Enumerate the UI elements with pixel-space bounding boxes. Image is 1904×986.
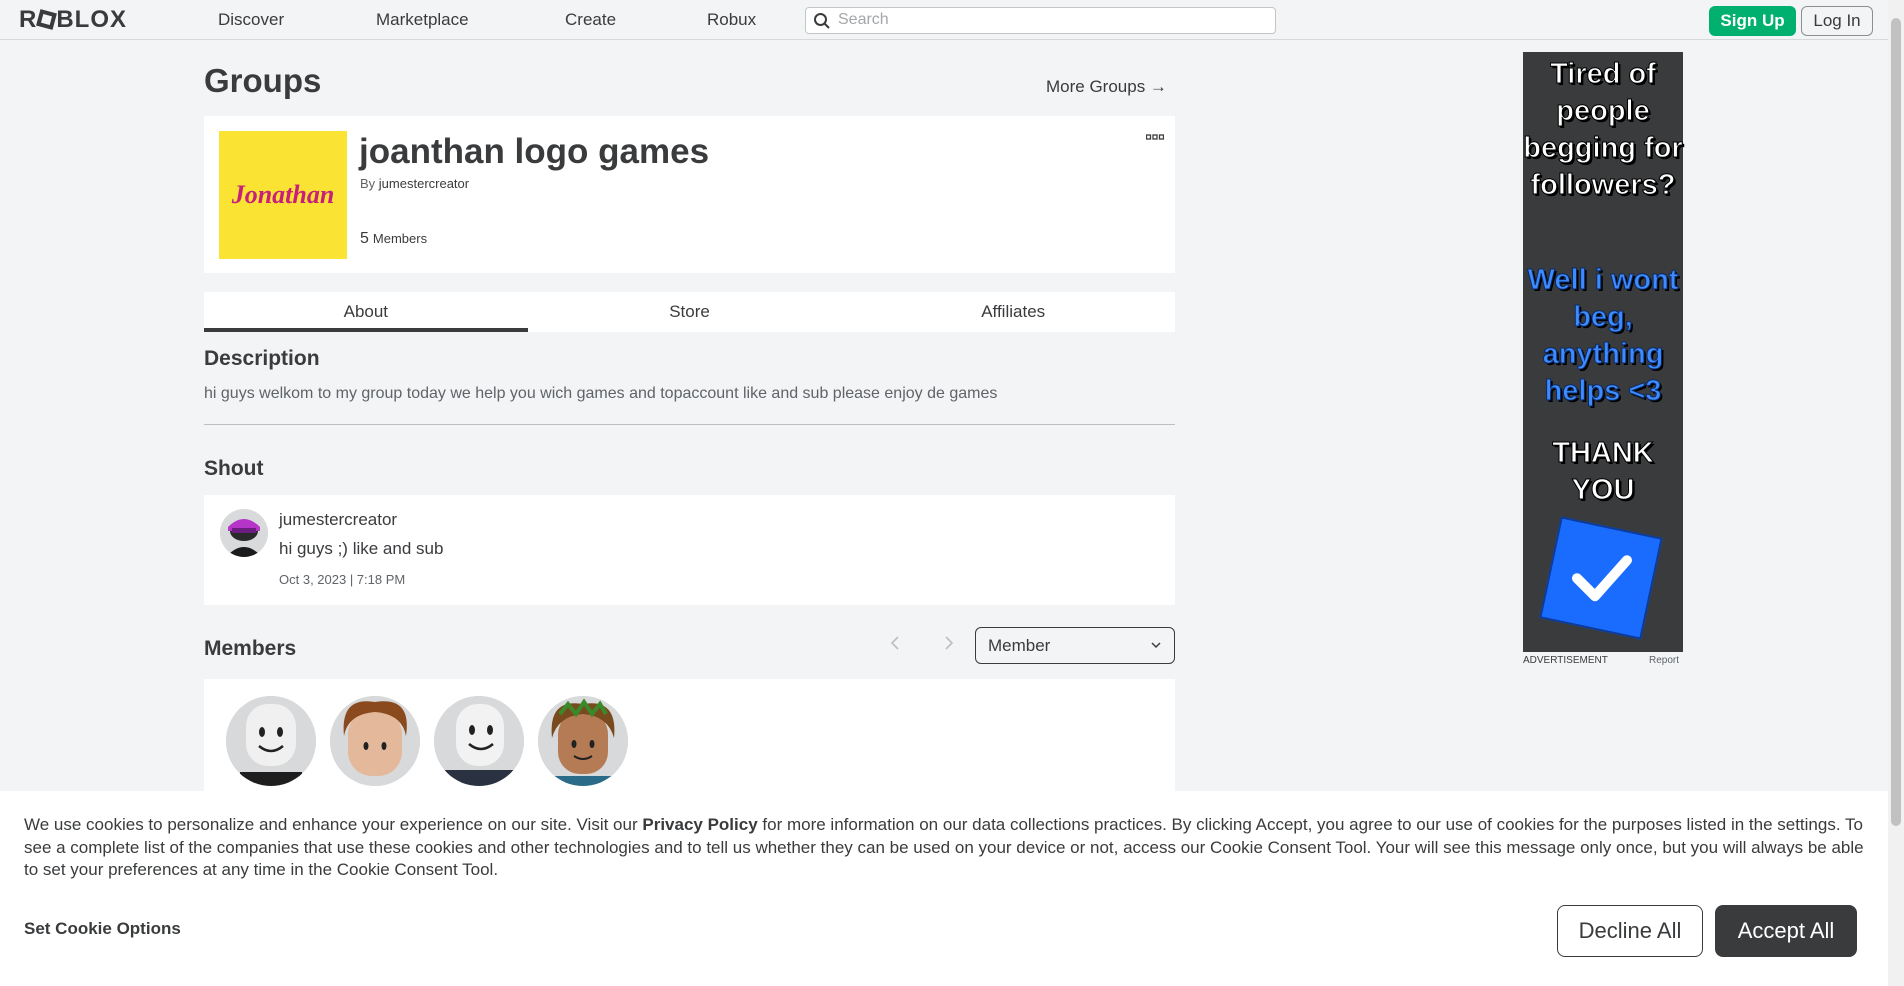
nav-robux[interactable]: Robux [707, 10, 756, 30]
search-icon [814, 13, 830, 29]
cookie-text-before: We use cookies to personalize and enhanc… [24, 815, 643, 834]
group-name: joanthan logo games [359, 132, 710, 171]
shout-timestamp: Oct 3, 2023 | 7:18 PM [279, 572, 406, 587]
set-cookie-options-link[interactable]: Set Cookie Options [24, 919, 181, 939]
avatar-image [434, 696, 524, 786]
member-avatar[interactable] [330, 696, 420, 786]
checkmark-icon [1571, 555, 1632, 602]
tab-affiliates[interactable]: Affiliates [851, 292, 1175, 332]
member-avatar[interactable] [538, 696, 628, 786]
ad-report-link[interactable]: Report [1649, 655, 1679, 666]
privacy-policy-link[interactable]: Privacy Policy [642, 815, 757, 834]
shout-heading: Shout [204, 457, 264, 480]
search-box[interactable] [805, 7, 1276, 34]
member-avatar[interactable] [434, 696, 524, 786]
sign-up-button[interactable]: Sign Up [1709, 6, 1796, 36]
group-emblem-text: Jonathan [231, 180, 335, 209]
ad-thanks: THANK YOU [1552, 437, 1655, 507]
scrollbar-thumb[interactable] [1891, 18, 1901, 826]
chevron-right-icon[interactable] [942, 634, 956, 652]
group-tabs: About Store Affiliates [204, 292, 1175, 332]
group-owner-line: By jumestercreator [360, 176, 469, 191]
top-navigation-bar: R BLOX Discover Marketplace Create Robux … [0, 0, 1888, 40]
avatar-image [538, 696, 628, 786]
description-text: hi guys welkom to my group today we help… [204, 385, 998, 402]
group-owner-link[interactable]: jumestercreator [379, 176, 469, 191]
member-count-value: 5 [360, 230, 369, 247]
avatar-image [330, 696, 420, 786]
members-heading: Members [204, 637, 297, 660]
nav-discover[interactable]: Discover [218, 10, 284, 30]
nav-create[interactable]: Create [565, 10, 616, 30]
shout-username[interactable]: jumestercreator [279, 510, 397, 530]
shout-user-avatar[interactable] [220, 509, 268, 557]
roblox-logo[interactable]: R BLOX [19, 6, 127, 34]
shout-card: jumestercreator hi guys ;) like and sub … [204, 495, 1175, 605]
tab-about[interactable]: About [204, 292, 528, 332]
shout-message: hi guys ;) like and sub [279, 539, 444, 558]
advertisement-banner[interactable]: Tired of people begging for followers? W… [1523, 52, 1683, 652]
search-input[interactable] [838, 11, 1258, 29]
ad-headline: Tired of people begging for followers? [1523, 58, 1683, 202]
nav-marketplace[interactable]: Marketplace [376, 10, 469, 30]
section-divider [204, 424, 1175, 425]
chevron-left-icon[interactable] [888, 634, 902, 652]
description-heading: Description [204, 347, 320, 370]
page-title: Groups [204, 62, 322, 99]
avatar-image [220, 509, 268, 557]
more-options-icon[interactable] [1146, 134, 1164, 142]
members-list [204, 679, 1175, 799]
page-scrollbar[interactable] [1888, 0, 1904, 986]
log-in-button[interactable]: Log In [1801, 6, 1873, 36]
group-emblem: Jonathan [219, 131, 347, 259]
accept-all-button[interactable]: Accept All [1715, 905, 1857, 957]
group-member-count: 5 Members [360, 230, 427, 248]
group-owner-prefix: By [360, 176, 376, 191]
member-avatar[interactable] [226, 696, 316, 786]
cookie-banner: We use cookies to personalize and enhanc… [0, 791, 1888, 986]
ad-checkmark-badge [1539, 516, 1663, 640]
more-groups-link[interactable]: More Groups → [1046, 77, 1167, 97]
avatar-image [226, 696, 316, 786]
chevron-down-icon [1151, 642, 1161, 649]
ad-subline: Well i wont beg, anything helps <3 [1527, 264, 1679, 408]
group-header-card: Jonathan joanthan logo games By jumester… [204, 116, 1175, 273]
role-dropdown-value: Member [988, 636, 1051, 655]
role-dropdown[interactable]: Member [975, 627, 1175, 664]
cookie-message: We use cookies to personalize and enhanc… [24, 814, 1869, 882]
member-count-label: Members [372, 231, 428, 246]
decline-all-button[interactable]: Decline All [1557, 905, 1703, 957]
tab-store[interactable]: Store [528, 292, 852, 332]
ad-label: ADVERTISEMENT [1523, 655, 1608, 666]
